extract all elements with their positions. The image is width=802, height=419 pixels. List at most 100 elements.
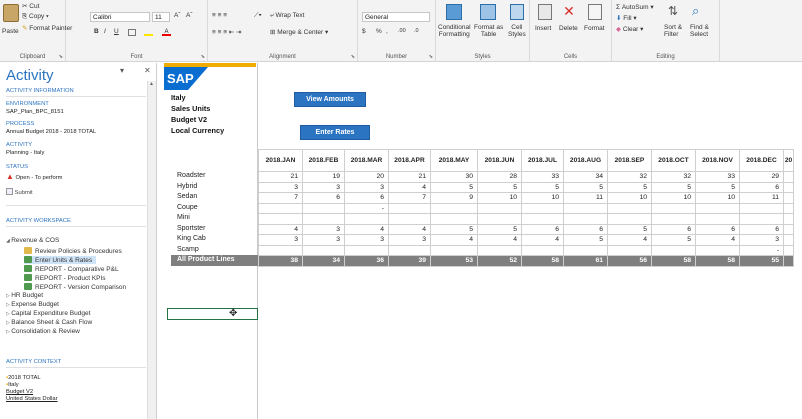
data-cell[interactable]: 20: [344, 171, 389, 183]
data-cell[interactable]: [388, 202, 431, 214]
sort-filter-button[interactable]: Sort & Filter: [664, 24, 682, 38]
sort-filter-icon[interactable]: ⇅: [668, 4, 678, 18]
alignment-launcher-icon[interactable]: ⬊: [351, 54, 355, 60]
data-cell[interactable]: 5: [563, 234, 608, 246]
tree-item[interactable]: Enter Units & Rates: [24, 256, 97, 264]
font-name-select[interactable]: Calibri: [90, 12, 150, 22]
number-format-select[interactable]: General: [362, 12, 430, 22]
data-cell[interactable]: 61: [563, 255, 608, 267]
align-top-icon[interactable]: ≡ ≡ ≡: [212, 12, 227, 19]
data-cell[interactable]: [651, 202, 696, 214]
data-cell[interactable]: [563, 244, 608, 256]
data-cell[interactable]: [258, 244, 303, 256]
data-cell[interactable]: [521, 202, 564, 214]
fill-button[interactable]: ⬇ Fill ▾: [616, 14, 637, 22]
data-cell[interactable]: [563, 213, 608, 225]
data-cell[interactable]: 6: [651, 223, 696, 235]
data-cell[interactable]: 3: [344, 234, 389, 246]
enter-rates-button[interactable]: Enter Rates: [300, 125, 370, 140]
autosum-button[interactable]: Σ AutoSum ▾: [616, 3, 654, 11]
data-cell[interactable]: [302, 244, 345, 256]
tree-item[interactable]: REPORT - Product KPIs: [24, 274, 106, 282]
data-cell[interactable]: 11: [563, 192, 608, 204]
data-cell[interactable]: 5: [563, 181, 608, 193]
data-cell[interactable]: [607, 202, 652, 214]
data-cell[interactable]: [258, 202, 303, 214]
data-cell[interactable]: 9: [430, 192, 478, 204]
data-cell[interactable]: 4: [607, 234, 652, 246]
data-cell[interactable]: 10: [651, 192, 696, 204]
currency-button[interactable]: $: [362, 28, 366, 35]
clipboard-launcher-icon[interactable]: ⬊: [59, 54, 63, 60]
fill-color-icon[interactable]: [144, 29, 153, 36]
data-cell[interactable]: [258, 213, 303, 225]
data-cell[interactable]: [783, 234, 794, 246]
data-cell[interactable]: 4: [388, 181, 431, 193]
data-cell[interactable]: 32: [607, 171, 652, 183]
tree-item[interactable]: REPORT - Comparative P&L: [24, 265, 119, 273]
data-cell[interactable]: [388, 244, 431, 256]
merge-center-button[interactable]: ⊞ Merge & Center ▾: [270, 28, 328, 36]
data-cell[interactable]: 5: [651, 181, 696, 193]
data-cell[interactable]: 19: [302, 171, 345, 183]
data-cell[interactable]: 39: [388, 255, 431, 267]
data-cell[interactable]: 3: [344, 181, 389, 193]
font-color-icon[interactable]: A: [162, 29, 171, 36]
data-cell[interactable]: 6: [302, 192, 345, 204]
data-cell[interactable]: [783, 244, 794, 256]
scroll-up-icon[interactable]: ▲: [149, 81, 154, 87]
increase-decimal-button[interactable]: .00: [398, 28, 406, 34]
data-cell[interactable]: [607, 244, 652, 256]
tree-item[interactable]: ▷ Consolidation & Review: [6, 328, 80, 335]
data-cell[interactable]: [695, 244, 740, 256]
data-cell[interactable]: 34: [302, 255, 345, 267]
data-cell[interactable]: 6: [521, 223, 564, 235]
data-cell[interactable]: 3: [302, 234, 345, 246]
comma-button[interactable]: ,: [386, 28, 388, 35]
data-cell[interactable]: 4: [344, 223, 389, 235]
close-icon[interactable]: ✕: [144, 66, 151, 75]
context-item-version[interactable]: Budget V2: [6, 389, 33, 395]
data-cell[interactable]: [344, 213, 389, 225]
data-cell[interactable]: 5: [607, 181, 652, 193]
data-cell[interactable]: [783, 171, 794, 183]
data-cell[interactable]: 58: [695, 255, 740, 267]
data-cell[interactable]: 4: [477, 234, 522, 246]
data-cell[interactable]: 7: [388, 192, 431, 204]
format-table-icon[interactable]: [480, 4, 496, 20]
data-cell[interactable]: 55: [739, 255, 784, 267]
data-cell[interactable]: [783, 213, 794, 225]
data-cell[interactable]: [739, 213, 784, 225]
data-cell[interactable]: [651, 213, 696, 225]
data-cell[interactable]: 32: [651, 171, 696, 183]
conditional-formatting-button[interactable]: Conditional Formatting: [438, 24, 471, 38]
data-cell[interactable]: [651, 244, 696, 256]
data-cell[interactable]: [302, 202, 345, 214]
shrink-font-button[interactable]: Aˇ: [186, 12, 193, 19]
conditional-formatting-icon[interactable]: [446, 4, 462, 20]
sidebar-scrollbar[interactable]: ▲: [147, 81, 156, 419]
data-cell[interactable]: [563, 202, 608, 214]
find-select-button[interactable]: Find & Select: [690, 24, 709, 38]
data-cell[interactable]: 7: [258, 192, 303, 204]
copy-button[interactable]: ⎘ Copy ▾: [22, 13, 49, 21]
data-cell[interactable]: [477, 244, 522, 256]
italic-button[interactable]: I: [104, 28, 106, 35]
data-cell[interactable]: 6: [563, 223, 608, 235]
data-cell[interactable]: 58: [651, 255, 696, 267]
data-cell[interactable]: [477, 202, 522, 214]
bold-button[interactable]: B: [94, 28, 99, 35]
data-cell[interactable]: [521, 213, 564, 225]
font-launcher-icon[interactable]: ⬊: [201, 54, 205, 60]
underline-button[interactable]: U: [114, 28, 119, 35]
data-cell[interactable]: 36: [344, 255, 389, 267]
data-cell[interactable]: 6: [344, 192, 389, 204]
tree-item[interactable]: ▷ Capital Expenditure Budget: [6, 310, 90, 317]
data-cell[interactable]: 4: [430, 234, 478, 246]
view-amounts-button[interactable]: View Amounts: [294, 92, 366, 107]
cut-button[interactable]: ✂ Cut: [22, 2, 39, 10]
data-cell[interactable]: 52: [477, 255, 522, 267]
wrap-text-button[interactable]: ⤶ Wrap Text: [270, 12, 304, 20]
data-cell[interactable]: 4: [388, 223, 431, 235]
cell-styles-button[interactable]: Cell Styles: [508, 24, 526, 38]
